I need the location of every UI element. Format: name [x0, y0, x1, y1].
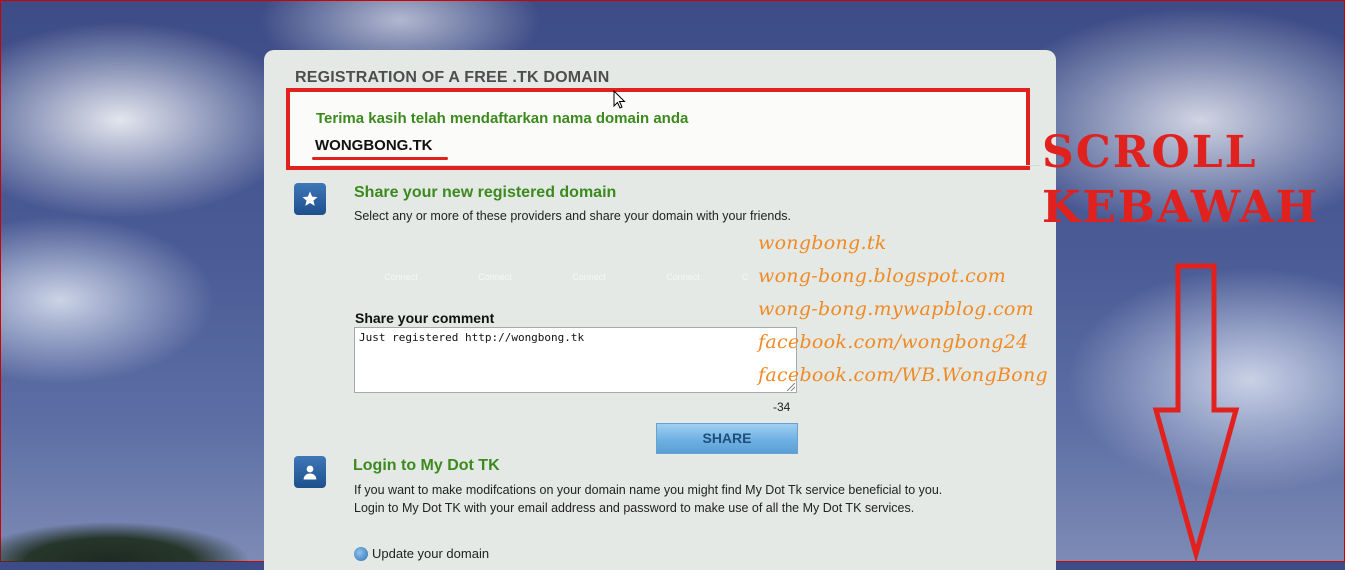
watermark-line: wong-bong.mywapblog.com	[758, 298, 1034, 320]
connect-button[interactable]: Connect	[354, 272, 448, 282]
registered-domain: WONGBONG.TK	[315, 137, 433, 154]
down-arrow-icon	[1152, 263, 1240, 562]
share-heading: Share your new registered domain	[354, 184, 617, 201]
background-palms	[0, 492, 260, 562]
char-counter: -34	[773, 400, 791, 414]
star-icon	[294, 183, 326, 215]
comment-textarea[interactable]: Just registered http://wongbong.tk	[354, 327, 797, 393]
update-domain-link[interactable]: Update your domain	[354, 546, 489, 561]
share-description: Select any or more of these providers an…	[354, 209, 792, 223]
watermark-line: facebook.com/WB.WongBong	[758, 364, 1048, 386]
mouse-cursor-icon	[613, 90, 626, 109]
refresh-icon	[354, 546, 368, 561]
user-icon	[294, 456, 326, 488]
divider	[320, 165, 1040, 166]
page-title: REGISTRATION OF A FREE .TK DOMAIN	[295, 69, 610, 86]
thanks-message: Terima kasih telah mendaftarkan nama dom…	[316, 110, 689, 127]
share-button[interactable]: SHARE	[656, 423, 798, 454]
update-domain-label: Update your domain	[372, 546, 490, 561]
connect-button[interactable]: Connect	[636, 272, 730, 282]
scroll-annotation-line2: KEBAWAH	[1042, 182, 1320, 233]
connect-button[interactable]: Connect	[448, 272, 542, 282]
watermark-line: facebook.com/wongbong24	[758, 331, 1029, 353]
comment-label: Share your comment	[355, 310, 495, 326]
comment-text: Just registered http://wongbong.tk	[359, 331, 585, 344]
domain-underline-annotation	[312, 157, 448, 160]
scroll-annotation-line1: SCROLL	[1042, 127, 1258, 178]
provider-connect-row: Connect Connect Connect Connect C	[354, 272, 760, 282]
connect-button[interactable]: Connect	[542, 272, 636, 282]
connect-button[interactable]: C	[730, 272, 760, 282]
watermark-line: wong-bong.blogspot.com	[758, 265, 1007, 287]
login-description: If you want to make modifcations on your…	[354, 483, 943, 515]
login-heading: Login to My Dot TK	[353, 457, 500, 474]
watermark-line: wongbong.tk	[758, 232, 887, 254]
confirmation-highlight: Terima kasih telah mendaftarkan nama dom…	[286, 88, 1040, 170]
